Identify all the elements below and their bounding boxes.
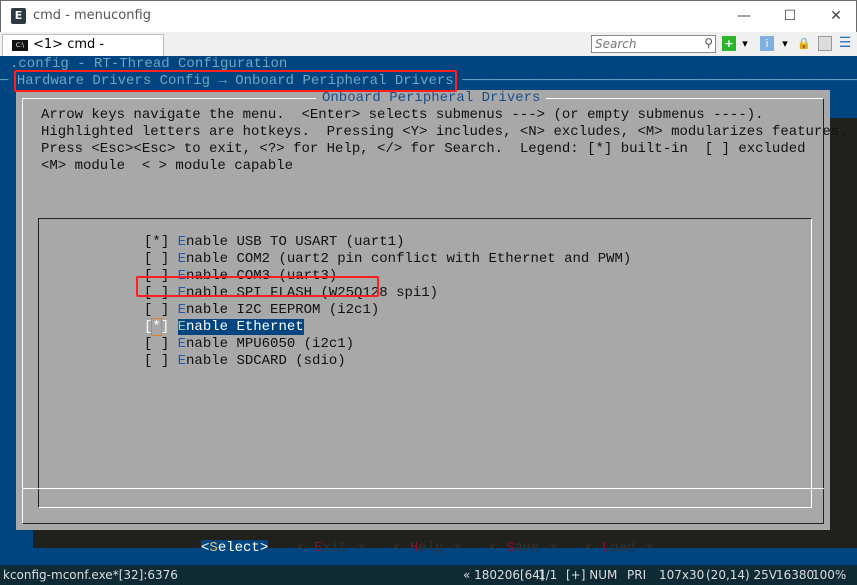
button-bracket: > (635, 540, 653, 556)
hotkey-letter: S (505, 540, 515, 556)
status-bar: kconfig-mconf.exe*[32]:6376 « 180206[64]… (0, 565, 857, 585)
button-bracket: > (259, 540, 269, 556)
menu-item-label: Enable Ethernet (177, 319, 304, 335)
title-bar: E cmd - menuconfig — ☐ ✕ (0, 0, 857, 32)
menu-item-text: nable I2C EEPROM (i2c1) (186, 302, 380, 318)
info-icon[interactable]: i (760, 36, 774, 51)
button-bracket: < (393, 540, 410, 556)
dialog-title: Onboard Peripheral Drivers (316, 90, 547, 107)
menu-item-text: nable SDCARD (sdio) (186, 353, 346, 369)
highlight-box-ethernet (136, 276, 379, 297)
status-mode: [+] NUM (566, 568, 618, 582)
button-save[interactable]: < Save > (489, 540, 556, 557)
menu-item[interactable]: [*] Enable USB TO USART (uart1) (144, 234, 404, 251)
menu-item[interactable]: [ ] Enable SDCARD (sdio) (144, 353, 346, 370)
terminal[interactable]: .config - RT-Thread Configuration ─ Hard… (0, 56, 857, 565)
checkbox-state[interactable] (152, 353, 160, 369)
button-separator (22, 488, 824, 489)
menu-item[interactable]: [ ] Enable MPU6050 (i2c1) (144, 336, 354, 353)
menu-icon[interactable]: ☰ (838, 36, 852, 51)
button-label: xit (322, 540, 348, 556)
hotkey-letter: H (409, 540, 419, 556)
search-icon[interactable]: ⚲ (704, 35, 713, 51)
cmd-icon: C:\ (12, 40, 28, 51)
button-load[interactable]: < Load > (585, 540, 652, 557)
hotkey-letter: L (601, 540, 611, 556)
help-line: Arrow keys navigate the menu. <Enter> se… (41, 107, 764, 123)
tab-console-1[interactable]: C:\ <1> cmd - menuconf (2, 34, 164, 72)
hotkey-letter: E (177, 234, 187, 250)
panel-icon[interactable] (818, 36, 832, 51)
status-priority: PRI (627, 568, 647, 582)
hotkey-letter: E (177, 251, 187, 267)
button-label: elect (217, 540, 260, 556)
search-placeholder: Search (595, 37, 637, 51)
menu-item-label: Enable I2C EEPROM (i2c1) (178, 302, 380, 318)
conemu-app-icon: E (11, 8, 26, 24)
hotkey-letter: S (209, 540, 218, 556)
menu-item-text: nable COM2 (uart2 pin conflict with Ethe… (186, 251, 632, 267)
button-label: elp (418, 540, 444, 556)
menu-item[interactable]: [*] Enable Ethernet (144, 318, 304, 336)
help-line: <M> module < > module capable (41, 158, 294, 174)
button-exit[interactable]: < Exit > (297, 540, 364, 557)
search-input[interactable]: Search ⚲ (591, 35, 716, 53)
menu-item[interactable]: [ ] Enable I2C EEPROM (i2c1) (144, 302, 379, 319)
menu-item[interactable]: [ ] Enable COM2 (uart2 pin conflict with… (144, 251, 631, 268)
lock-icon[interactable]: 🔒 (797, 36, 811, 51)
hotkey-letter: E (177, 336, 187, 352)
help-line: Highlighted letters are hotkeys. Pressin… (41, 124, 848, 140)
button-bracket: < (489, 540, 506, 556)
button-bracket: < (297, 540, 314, 556)
status-cursor: (20,14) 25V (706, 568, 778, 582)
menu-item-text: nable USB TO USART (uart1) (186, 234, 405, 250)
menu-dialog: Onboard Peripheral Drivers Arrow keys na… (16, 90, 848, 557)
minimize-button[interactable]: — (729, 5, 759, 27)
maximize-button[interactable]: ☐ (775, 5, 805, 27)
menu-item-text: nable MPU6050 (i2c1) (186, 336, 355, 352)
new-console-icon[interactable]: + (722, 36, 736, 51)
status-process: kconfig-mconf.exe*[32]:6376 (3, 568, 178, 582)
checkbox-state[interactable]: * (152, 234, 160, 250)
hotkey-letter: E (177, 353, 187, 369)
checkbox-state[interactable]: * (151, 318, 162, 336)
hotkey-letter: E (177, 302, 187, 318)
highlight-box-breadcrumb (14, 70, 457, 92)
help-line: Press <Esc><Esc> to exit, <?> for Help, … (41, 141, 806, 157)
menu-item-label: Enable COM2 (uart2 pin conflict with Eth… (178, 251, 632, 267)
menu-item-text: nable Ethernet (186, 319, 304, 335)
button-bracket: > (443, 540, 461, 556)
status-buffer: 16380 (776, 568, 815, 582)
menu-item-label: Enable SDCARD (sdio) (178, 353, 346, 369)
button-label: oad (610, 540, 636, 556)
close-button[interactable]: ✕ (821, 5, 851, 27)
status-pages: 1/1 (538, 568, 558, 582)
button-help[interactable]: < Help > (393, 540, 460, 557)
window-title: cmd - menuconfig (33, 8, 151, 23)
status-zoom: 100% (812, 568, 847, 582)
button-bracket: < (585, 540, 602, 556)
button-label: ave (514, 540, 540, 556)
dropdown-icon[interactable]: ▾ (778, 36, 792, 51)
menu-item-label: Enable MPU6050 (i2c1) (178, 336, 354, 352)
checkbox-state[interactable] (152, 336, 160, 352)
checkbox-state[interactable] (152, 302, 160, 318)
hotkey-letter: E (313, 540, 323, 556)
button-bracket: > (347, 540, 365, 556)
button-select[interactable]: <Select> (201, 540, 269, 557)
menu-item-label: Enable USB TO USART (uart1) (178, 234, 405, 250)
status-size: 107x30 (659, 568, 705, 582)
hotkey-letter: E (177, 319, 187, 335)
button-bracket: > (539, 540, 557, 556)
status-build: « 180206[64] (463, 568, 545, 582)
checkbox-state[interactable] (152, 251, 160, 267)
dropdown-icon[interactable]: ▾ (738, 36, 752, 51)
